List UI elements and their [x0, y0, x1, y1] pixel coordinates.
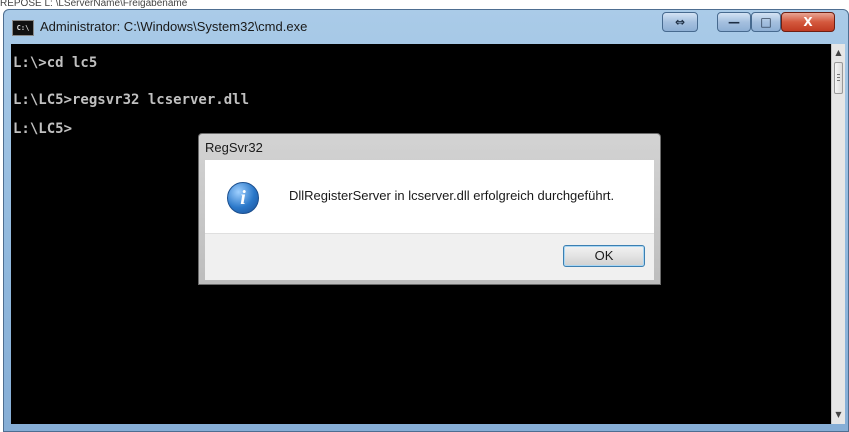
- thumb-grip: [837, 77, 840, 78]
- dialog-message: DllRegisterServer in lcserver.dll erfolg…: [289, 188, 615, 203]
- minimize-button[interactable]: —: [717, 12, 751, 32]
- regsvr32-dialog: RegSvr32 i DllRegisterServer in lcserver…: [198, 133, 661, 285]
- title-bar[interactable]: C:\ Administrator: C:\Windows\System32\c…: [4, 10, 848, 44]
- window-title: Administrator: C:\Windows\System32\cmd.e…: [40, 19, 308, 34]
- ok-button[interactable]: OK: [563, 245, 645, 267]
- console-line: L:\>cd lc5: [13, 55, 98, 71]
- dialog-footer: OK: [205, 233, 654, 280]
- dialog-title: RegSvr32: [205, 140, 263, 155]
- scroll-down-arrow-icon[interactable]: ▼: [832, 408, 845, 422]
- console-line: L:\LC5>regsvr32 lcserver.dll: [13, 92, 250, 108]
- dialog-content: i DllRegisterServer in lcserver.dll erfo…: [205, 160, 654, 233]
- page-caption: REPOSE L: \LServerName\Freigabename: [0, 0, 188, 9]
- scroll-up-arrow-icon[interactable]: ▲: [832, 46, 845, 60]
- thumb-grip: [837, 80, 840, 81]
- scroll-thumb[interactable]: [834, 62, 843, 94]
- thumb-grip: [837, 74, 840, 75]
- close-button[interactable]: X: [781, 12, 835, 32]
- info-icon: i: [227, 182, 259, 214]
- swap-button[interactable]: ⇔: [662, 12, 698, 32]
- vertical-scrollbar[interactable]: ▲ ▼: [831, 44, 845, 424]
- cmd-icon: C:\: [12, 20, 34, 36]
- maximize-button[interactable]: □: [751, 12, 781, 32]
- console-line: L:\LC5>: [13, 121, 73, 137]
